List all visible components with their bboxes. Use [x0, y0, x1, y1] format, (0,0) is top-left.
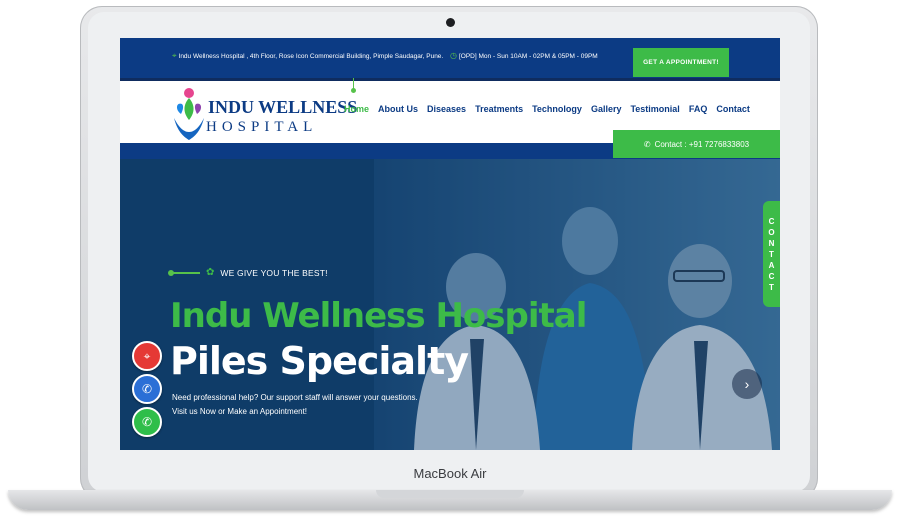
opening-hours: ◷ [OPD] Mon - Sun 10AM - 02PM & 05PM - 09…	[450, 51, 598, 60]
phone-icon: ✆	[141, 382, 153, 396]
tagline-decor-line	[168, 269, 200, 276]
phone-icon: ✆	[643, 139, 651, 149]
nav-item-gallery[interactable]: Gallery	[591, 104, 622, 114]
clock-icon: ◷	[450, 51, 457, 60]
whatsapp-icon: ✆	[141, 415, 153, 429]
get-appointment-button[interactable]: GET A APPOINTMENT!	[633, 48, 729, 77]
location-icon: ⌖	[143, 348, 151, 363]
hero-description: Need professional help? Our support staf…	[172, 393, 418, 416]
nav-item-technology[interactable]: Technology	[532, 104, 582, 114]
hero-tagline: ✿ WE GIVE YOU THE BEST!	[168, 267, 328, 278]
nav-item-testimonial[interactable]: Testimonial	[630, 104, 679, 114]
logo-line-2: HOSPITAL	[206, 119, 318, 135]
device-brand-label: MacBook Air	[413, 466, 487, 481]
top-info-bar: ⌖ Indu Wellness Hospital , 4th Floor, Ros…	[120, 38, 780, 81]
whatsapp-button[interactable]: ✆	[132, 407, 162, 437]
side-contact-tab[interactable]: CONTACT	[763, 201, 780, 307]
address-text: ⌖ Indu Wellness Hospital , 4th Floor, Ros…	[172, 51, 444, 60]
browser-screen: ⌖ Indu Wellness Hospital , 4th Floor, Ros…	[120, 38, 780, 450]
hospital-logo[interactable]: INDU WELLNESS HOSPITAL	[172, 84, 357, 144]
slider-next-button[interactable]: ›	[732, 369, 762, 399]
nav-item-diseases[interactable]: Diseases	[427, 104, 466, 114]
laptop-notch	[376, 490, 524, 498]
decorative-dot	[351, 88, 356, 93]
logo-hands-icon	[174, 88, 204, 140]
call-button[interactable]: ✆	[132, 374, 162, 404]
logo-line-1: INDU WELLNESS	[208, 97, 358, 117]
location-button[interactable]: ⌖	[132, 341, 162, 371]
primary-nav: Home About Us Diseases Treatments Techno…	[344, 104, 750, 114]
leaf-logo-icon: ✿	[206, 267, 215, 278]
hero-subtitle: Piles Specialty	[170, 339, 469, 383]
map-pin-icon: ⌖	[172, 51, 177, 60]
camera-icon	[446, 18, 455, 27]
nav-item-home[interactable]: Home	[344, 104, 369, 114]
nav-item-about-us[interactable]: About Us	[378, 104, 418, 114]
hero-banner: ✿ WE GIVE YOU THE BEST! Indu Wellness Ho…	[120, 159, 780, 450]
contact-phone-button[interactable]: ✆ Contact : +91 7276833803	[613, 130, 780, 158]
hero-title: Indu Wellness Hospital	[170, 296, 587, 336]
nav-item-treatments[interactable]: Treatments	[475, 104, 523, 114]
nav-item-contact[interactable]: Contact	[716, 104, 750, 114]
nav-item-faq[interactable]: FAQ	[689, 104, 708, 114]
